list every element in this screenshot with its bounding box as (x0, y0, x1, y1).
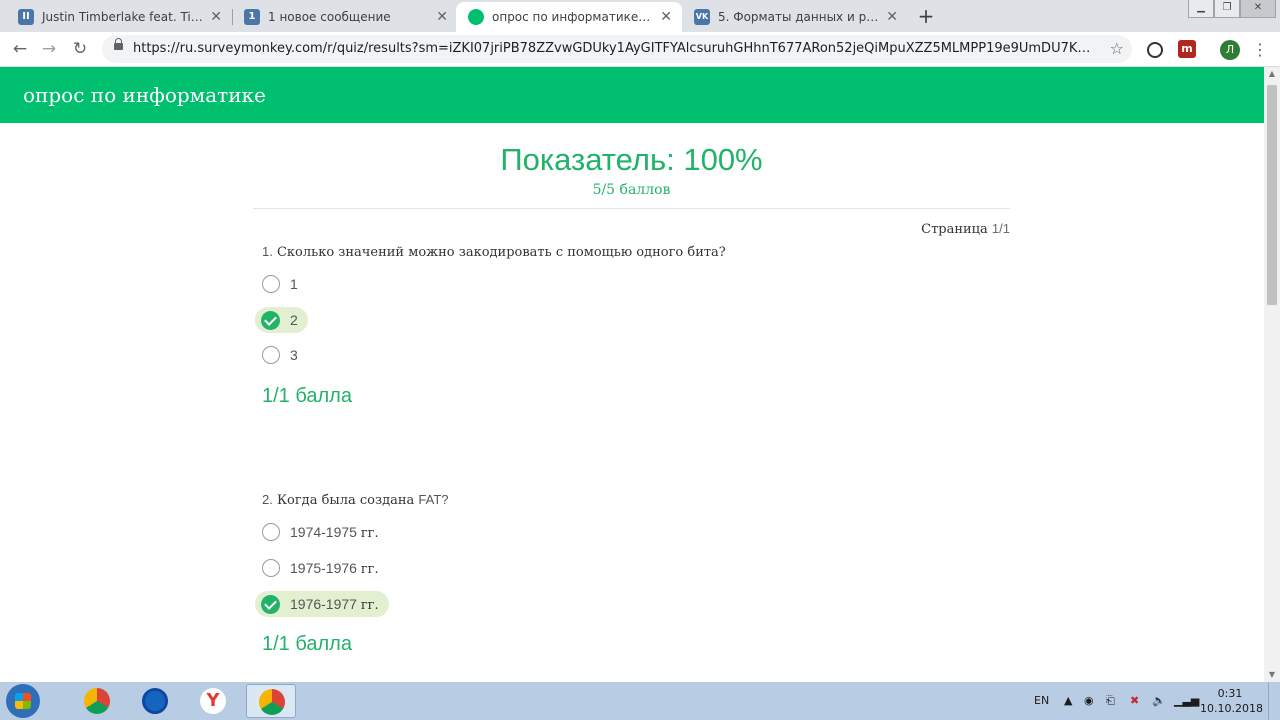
tab-title: 5. Форматы данных и регулярн (718, 10, 908, 24)
start-button[interactable] (6, 684, 40, 718)
option-years: 1976-1977 (290, 596, 357, 612)
score-title: Показатель: 100% (500, 142, 763, 177)
score-points: 5/5 баллов (592, 182, 671, 198)
signal-icon[interactable]: ▁▃▅ (1174, 682, 1199, 720)
close-window-icon[interactable]: ✕ (1240, 0, 1276, 18)
q2-option-3-correct[interactable]: 1976-1977 гг. (255, 591, 389, 617)
language-indicator[interactable]: EN (1034, 682, 1049, 720)
browser-toolbar: ← → ↻ https://ru.surveymonkey.com/r/quiz… (0, 32, 1280, 67)
option-label: 1 (290, 276, 298, 292)
page-label: Страница (921, 222, 988, 237)
pause-icon: II (18, 9, 34, 25)
tray-expand-icon[interactable]: ▲ (1064, 682, 1072, 720)
vk-message-icon: 1 (244, 9, 260, 25)
survey-header: опрос по информатике (0, 67, 1264, 123)
windows-taskbar: Y EN ▲ ◉ ⎗ ✖ 🔈 ▁▃▅ 0:31 10.10.2018 (0, 682, 1280, 720)
tab-messages[interactable]: 1 1 новое сообщение ✕ (232, 2, 458, 32)
option-label: 2 (290, 312, 298, 328)
page-indicator: Страница 1/1 (921, 221, 1010, 237)
clock-date: 10.10.2018 (1200, 702, 1263, 715)
close-icon[interactable]: ✕ (210, 2, 222, 32)
checkmark-icon (261, 311, 280, 330)
yandex-browser-icon: Y (200, 688, 226, 714)
divider (253, 208, 1010, 209)
taskbar-ccleaner[interactable] (130, 684, 180, 718)
tray-network-warning-icon[interactable]: ✖ (1130, 682, 1139, 720)
survey-title: опрос по информатике (23, 83, 266, 107)
tray-usb-icon[interactable]: ⎗ (1106, 682, 1115, 720)
tab-music[interactable]: II Justin Timberlake feat. Timbaland ✕ (6, 2, 232, 32)
radio-icon (262, 275, 280, 293)
radio-icon (262, 523, 280, 541)
lock-icon (114, 38, 123, 50)
url-text[interactable]: https://ru.surveymonkey.com/r/quiz/resul… (133, 35, 1093, 63)
forward-icon[interactable]: → (37, 37, 61, 61)
page-scrollbar[interactable]: ▲ ▼ (1264, 67, 1280, 682)
question-text: Сколько значений можно закодировать с по… (276, 245, 726, 260)
q1-option-1[interactable]: 1 (255, 271, 308, 297)
extension-red-icon[interactable]: m (1178, 40, 1196, 58)
tab-strip: II Justin Timberlake feat. Timbaland ✕ 1… (0, 0, 1280, 32)
scroll-down-icon[interactable]: ▼ (1264, 668, 1280, 682)
minimize-icon[interactable]: ▁ (1188, 0, 1214, 18)
new-tab-button[interactable]: + (914, 4, 938, 28)
profile-avatar[interactable]: Л (1220, 40, 1240, 60)
bookmark-star-icon[interactable]: ☆ (1110, 35, 1124, 63)
option-years: 1974-1975 (290, 524, 357, 540)
scroll-thumb[interactable] (1267, 85, 1277, 305)
option-suffix: гг. (360, 526, 379, 541)
close-icon[interactable]: ✕ (886, 2, 898, 32)
back-icon[interactable]: ← (8, 37, 32, 61)
system-clock[interactable]: 0:31 10.10.2018 (1200, 686, 1263, 716)
address-bar[interactable]: https://ru.surveymonkey.com/r/quiz/resul… (102, 35, 1132, 63)
question-2-text: 2. Когда была создана FAT? (262, 492, 449, 508)
extension-icon[interactable] (1147, 42, 1163, 58)
question-2-score: 1/1 балла (262, 633, 352, 655)
restore-icon[interactable]: ❐ (1214, 0, 1240, 18)
close-icon[interactable]: ✕ (660, 2, 672, 32)
ccleaner-icon (142, 688, 168, 714)
tab-survey[interactable]: опрос по информатике Survey ✕ (456, 2, 682, 32)
option-label: 3 (290, 347, 298, 363)
show-desktop-button[interactable] (1268, 682, 1280, 720)
chrome-profile-icon (259, 689, 285, 715)
tab-vk[interactable]: VK 5. Форматы данных и регулярн ✕ (682, 2, 908, 32)
q2-option-1[interactable]: 1974-1975 гг. (255, 519, 389, 545)
tab-title: опрос по информатике Survey (492, 10, 682, 24)
radio-icon (262, 559, 280, 577)
vk-icon: VK (694, 9, 710, 25)
question-number: 1. (262, 244, 273, 259)
option-years: 1975-1976 (290, 560, 357, 576)
q2-option-2[interactable]: 1975-1976 гг. (255, 555, 389, 581)
question-number: 2. (262, 492, 273, 507)
option-suffix: гг. (360, 598, 379, 613)
menu-icon[interactable]: ⋮ (1252, 37, 1268, 63)
tab-title: 1 новое сообщение (268, 10, 391, 24)
radio-icon (262, 346, 280, 364)
question-text-latin: FAT? (418, 492, 449, 507)
taskbar-yandex[interactable]: Y (188, 684, 238, 718)
tab-title: Justin Timberlake feat. Timbaland (42, 10, 232, 24)
taskbar-chrome-profile[interactable] (246, 684, 296, 718)
checkmark-icon (261, 595, 280, 614)
close-icon[interactable]: ✕ (436, 2, 448, 32)
chrome-icon (84, 688, 110, 714)
page-number: 1/1 (991, 221, 1010, 236)
reload-icon[interactable]: ↻ (68, 37, 92, 61)
volume-icon[interactable]: 🔈 (1152, 682, 1166, 720)
q1-option-3[interactable]: 3 (255, 342, 308, 368)
clock-time: 0:31 (1217, 687, 1243, 700)
question-1-score: 1/1 балла (262, 385, 352, 407)
taskbar-chrome[interactable] (72, 684, 122, 718)
scroll-up-icon[interactable]: ▲ (1264, 67, 1280, 81)
tray-app-icon[interactable]: ◉ (1084, 682, 1094, 720)
question-1-text: 1. Сколько значений можно закодировать с… (262, 244, 726, 260)
question-text: Когда была создана (276, 493, 415, 508)
surveymonkey-icon (468, 9, 484, 25)
q1-option-2-correct[interactable]: 2 (255, 307, 308, 333)
option-suffix: гг. (360, 562, 379, 577)
